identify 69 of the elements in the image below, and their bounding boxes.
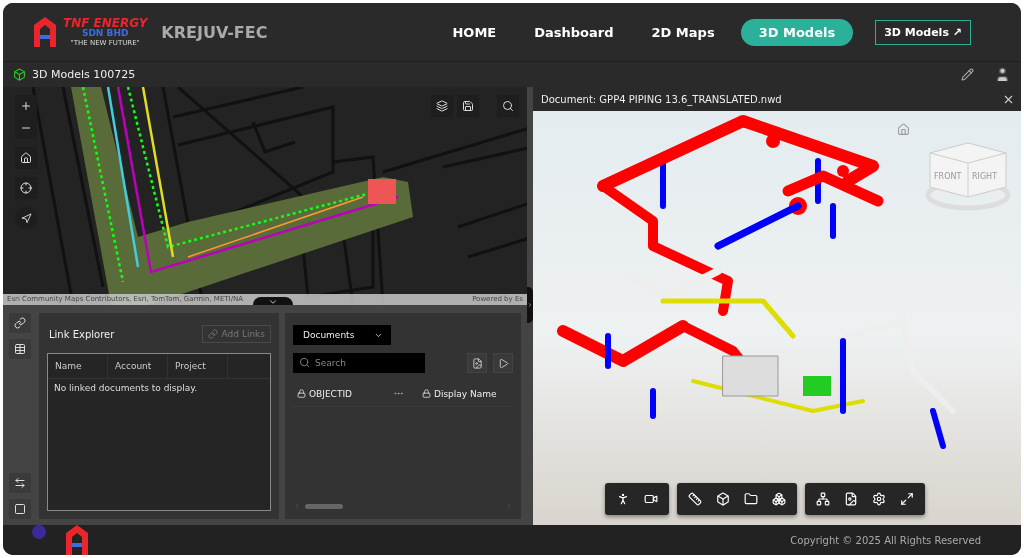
locate-button[interactable] [15, 177, 37, 199]
square-button[interactable] [9, 499, 31, 519]
settings-icon [872, 492, 886, 506]
table-icon [14, 343, 26, 355]
edit-icon[interactable] [961, 68, 974, 81]
model-title: 3D Models 100725 [32, 68, 136, 81]
cube-icon [716, 492, 730, 506]
search-field[interactable]: Search [293, 353, 425, 373]
cube-icon [13, 68, 26, 81]
expand-handle[interactable] [527, 287, 533, 323]
logo-name: TNF ENERGY [63, 17, 148, 29]
camera-icon [644, 492, 658, 506]
table-button[interactable] [9, 339, 31, 359]
save-button[interactable] [457, 95, 479, 117]
column-header: Name [48, 354, 108, 378]
ruler-icon [688, 492, 702, 506]
search-button[interactable] [497, 95, 519, 117]
layers-button[interactable] [431, 95, 453, 117]
expand-icon [900, 492, 914, 506]
plus-icon [20, 100, 32, 112]
column-header: Display Name [418, 388, 501, 399]
hierarchy-icon [816, 492, 830, 506]
external-link[interactable]: 3D Models ↗ [875, 19, 971, 45]
lock-icon [422, 389, 431, 398]
search-icon [299, 357, 310, 368]
crosshair-icon [20, 182, 32, 194]
app-title: KREJUV-FEC [161, 22, 268, 42]
image-button[interactable] [467, 353, 487, 373]
lock-icon [297, 389, 306, 398]
document-icon [844, 492, 858, 506]
avatar-icon[interactable] [994, 66, 1011, 83]
image-icon [471, 357, 483, 369]
column-header: OBJECTID [293, 388, 393, 399]
folder-icon [744, 492, 758, 506]
swap-icon [14, 477, 26, 489]
search-icon [502, 100, 514, 112]
swap-button[interactable] [9, 473, 31, 493]
save-icon [462, 100, 474, 112]
chevron-down-icon [268, 297, 278, 305]
play-button[interactable] [493, 353, 513, 373]
compass-icon [20, 212, 32, 224]
panel-title: Link Explorer [49, 328, 115, 340]
chevron-right-icon [527, 302, 533, 308]
link-icon [207, 329, 218, 339]
document-title: Document: GPP4 PIPING 13.6_TRANSLATED.nwd [541, 93, 782, 105]
logo-subtitle: SDN BHD [81, 29, 129, 38]
partner-logo-icon [31, 523, 47, 541]
empty-message: No linked documents to display. [53, 382, 199, 395]
nav-tab[interactable]: 2D Maps [639, 18, 727, 46]
documents-dropdown[interactable]: Documents [293, 325, 391, 345]
nav-tab[interactable]: Dashboard [522, 18, 626, 46]
nav-tab[interactable]: HOME [440, 18, 509, 46]
home-icon [20, 152, 32, 164]
play-icon [497, 357, 509, 369]
link-icon [14, 317, 26, 329]
company-logo-icon [31, 15, 59, 49]
zoom-out-button[interactable] [15, 117, 37, 139]
scrollbar-thumb[interactable] [305, 503, 343, 509]
company-logo-icon [63, 523, 91, 555]
column-header: Account [108, 354, 168, 378]
person-icon [616, 492, 630, 506]
column-header: Project [168, 354, 228, 378]
copyright-text: Copyright © 2025 All Rights Reserved [790, 534, 981, 546]
link-button[interactable] [9, 313, 31, 333]
boxes-icon [772, 492, 786, 506]
home-button[interactable] [15, 147, 37, 169]
zoom-in-button[interactable] [15, 95, 37, 117]
square-icon [14, 503, 26, 515]
layers-icon [436, 100, 448, 112]
